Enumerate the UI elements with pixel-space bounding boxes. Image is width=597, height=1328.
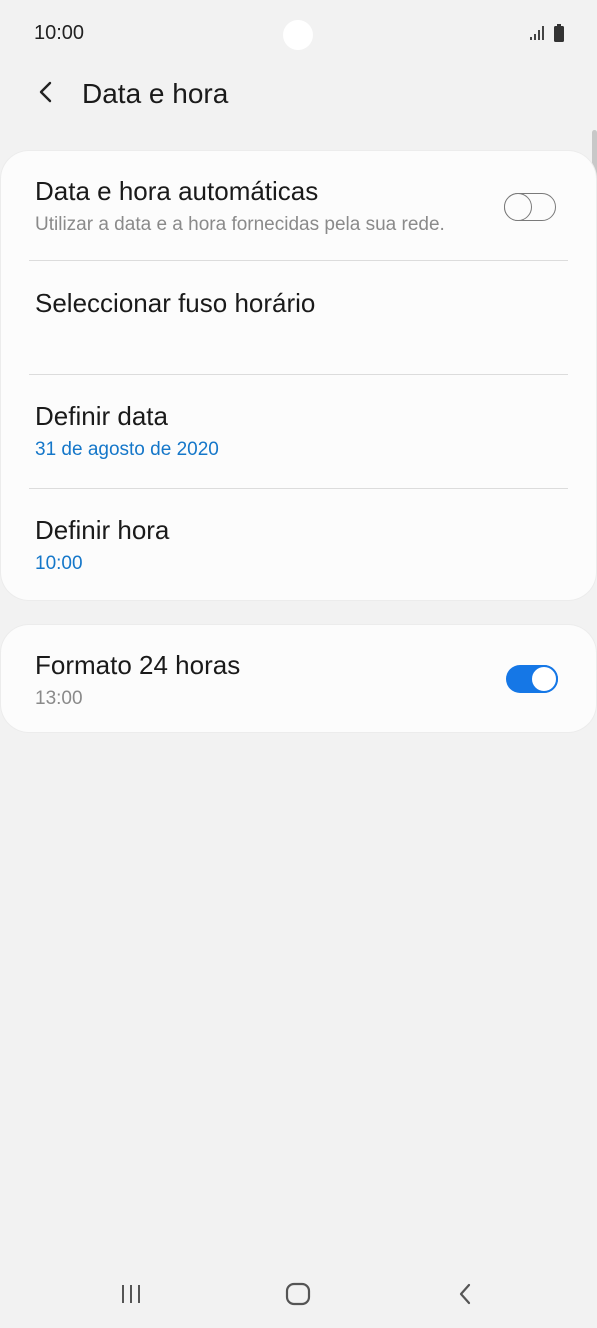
status-icons bbox=[529, 24, 565, 42]
recents-icon bbox=[119, 1283, 143, 1310]
nav-back-button[interactable] bbox=[435, 1276, 495, 1316]
system-nav-bar bbox=[0, 1260, 597, 1328]
camera-cutout bbox=[283, 20, 313, 50]
auto-datetime-row[interactable]: Data e hora automáticas Utilizar a data … bbox=[1, 151, 596, 260]
format-24h-subtitle: 13:00 bbox=[35, 688, 83, 709]
back-icon bbox=[457, 1282, 473, 1311]
set-date-title: Definir data bbox=[35, 401, 168, 431]
page-title: Data e hora bbox=[82, 78, 229, 109]
set-date-row[interactable]: Definir data 31 de agosto de 2020 bbox=[1, 375, 596, 488]
recents-button[interactable] bbox=[101, 1276, 161, 1316]
battery-icon bbox=[553, 24, 565, 42]
back-button[interactable] bbox=[28, 76, 64, 112]
set-time-row[interactable]: Definir hora 10:00 bbox=[1, 489, 596, 600]
toggle-knob bbox=[530, 665, 558, 693]
home-icon bbox=[285, 1282, 311, 1311]
home-button[interactable] bbox=[268, 1276, 328, 1316]
auto-datetime-toggle[interactable] bbox=[504, 192, 556, 221]
timezone-row[interactable]: Seleccionar fuso horário bbox=[1, 261, 596, 374]
status-time: 10:00 bbox=[34, 22, 85, 44]
auto-datetime-title: Data e hora automáticas bbox=[35, 176, 319, 206]
auto-datetime-subtitle: Utilizar a data e a hora fornecidas pela… bbox=[35, 214, 445, 235]
timezone-title: Seleccionar fuso horário bbox=[35, 288, 316, 318]
datetime-settings-card: Data e hora automáticas Utilizar a data … bbox=[1, 151, 596, 600]
format-24h-toggle[interactable] bbox=[506, 665, 558, 693]
signal-icon bbox=[529, 25, 545, 41]
chevron-left-icon bbox=[36, 80, 56, 109]
set-time-value: 10:00 bbox=[35, 553, 83, 574]
format-24h-title: Formato 24 horas bbox=[35, 650, 241, 680]
set-date-value: 31 de agosto de 2020 bbox=[35, 439, 219, 460]
toggle-knob bbox=[504, 192, 532, 221]
app-header: Data e hora bbox=[0, 70, 597, 120]
set-time-title: Definir hora bbox=[35, 515, 170, 545]
format-24h-row[interactable]: Formato 24 horas 13:00 bbox=[1, 625, 596, 732]
format-settings-card: Formato 24 horas 13:00 bbox=[1, 625, 596, 732]
status-bar: 10:00 bbox=[0, 0, 597, 70]
